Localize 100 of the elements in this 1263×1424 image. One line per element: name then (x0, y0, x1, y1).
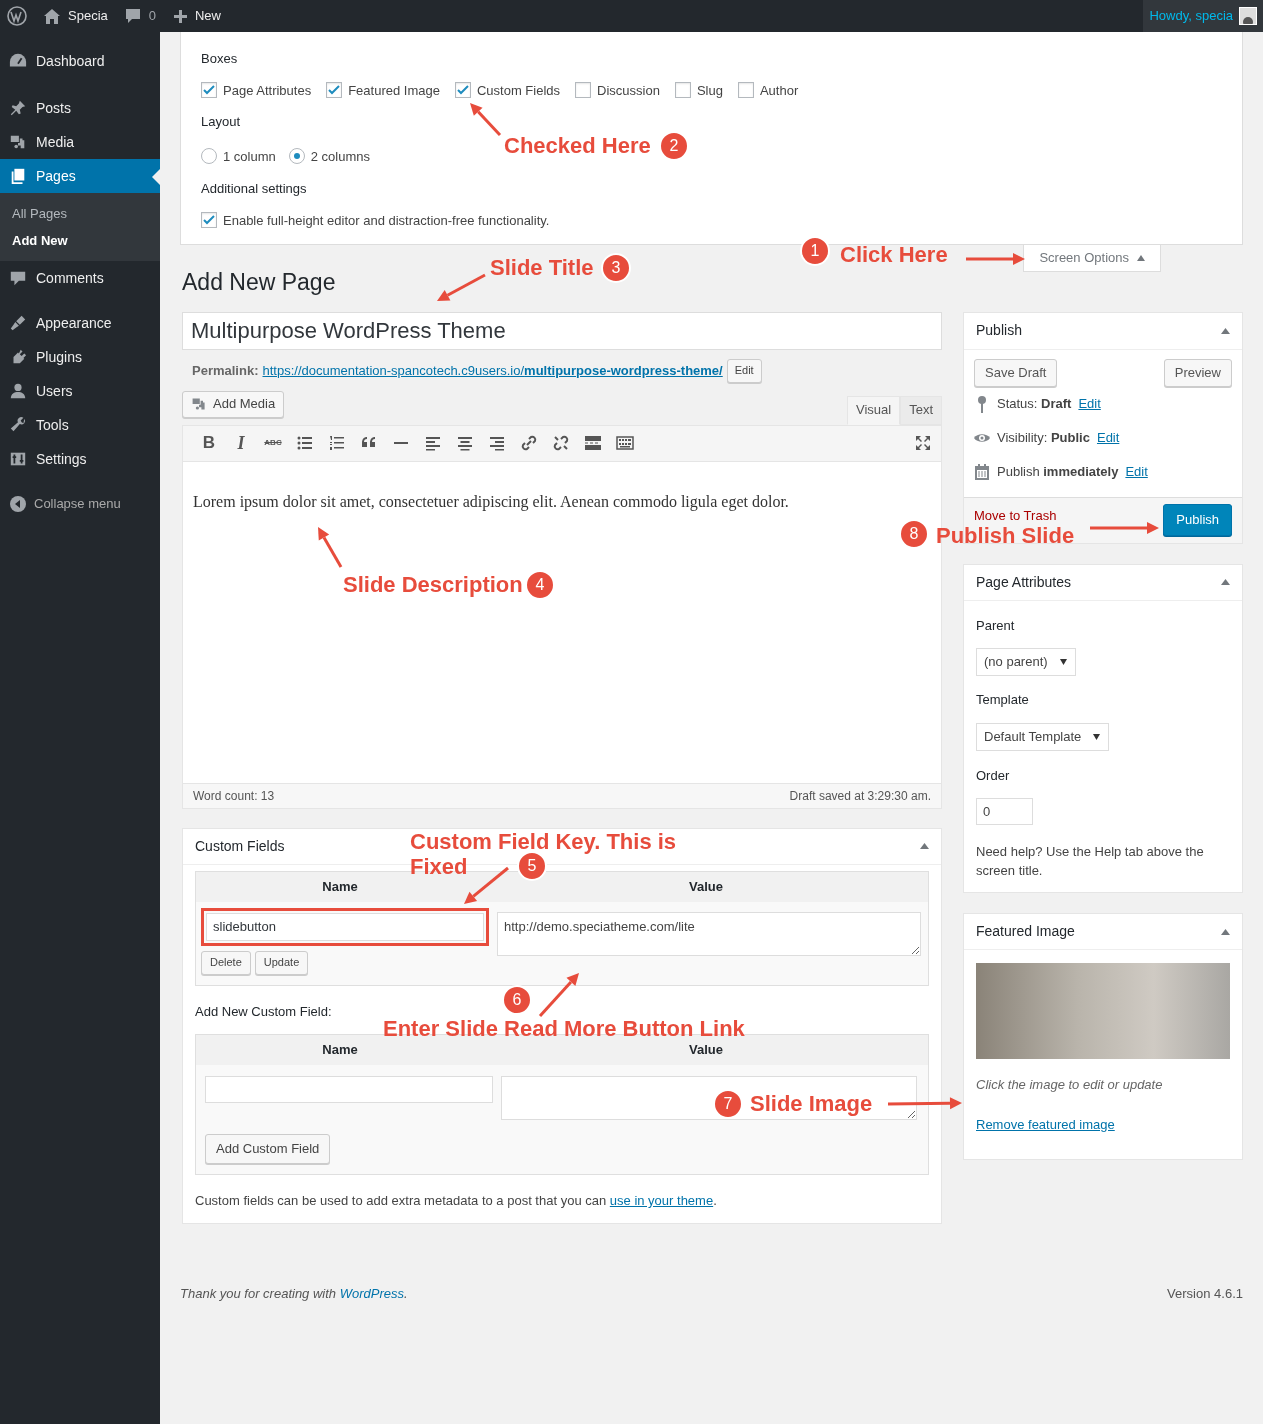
caret-down-icon (1059, 659, 1067, 665)
annotation-label: Checked Here (504, 133, 651, 158)
edit-slug-button[interactable]: Edit (726, 358, 762, 383)
sidebar-menu-item[interactable]: Appearance (0, 306, 160, 340)
title-field[interactable]: Multipurpose WordPress Theme (182, 311, 942, 350)
keyboard-icon[interactable] (616, 434, 634, 452)
help-text: Need help? Use the Help tab above the screen title. (976, 843, 1205, 880)
dropdown[interactable]: Default Template (976, 722, 1110, 751)
editor-tab[interactable]: Text (900, 395, 942, 425)
column-header: Name (321, 877, 359, 896)
field-action-button[interactable]: Update (254, 950, 309, 975)
checkbox-label: Featured Image (348, 81, 440, 100)
editor-content[interactable]: Lorem ipsum dolor sit amet, consectetuer adipiscing elit. Aenean commodo ligula eget dolor. (193, 489, 789, 514)
account-menu[interactable]: Howdy, specia (1143, 0, 1263, 32)
align-center-icon[interactable] (456, 434, 474, 452)
remove-image-link[interactable]: Remove featured image (976, 1114, 1230, 1134)
more-icon[interactable] (584, 434, 602, 452)
panel-title: Featured Image (976, 922, 1075, 941)
align-right-icon[interactable] (488, 434, 506, 452)
page-title: Add New Page (182, 268, 336, 297)
numbers-icon[interactable] (328, 434, 346, 452)
annotation-arrow (1090, 522, 1159, 534)
custom-fields-note: Custom fields can be used to add extra metadata to a post that you can use in your theme. (195, 1192, 718, 1210)
collapse-menu-link[interactable]: Collapse menu (34, 494, 121, 514)
add-media-button[interactable]: Add Media (182, 390, 285, 418)
radio-button[interactable] (201, 148, 217, 165)
unlink-icon[interactable] (552, 434, 570, 452)
publish-meta-text: Visibility: Public (997, 428, 1090, 447)
editor-tab[interactable]: Visual (846, 395, 901, 425)
radio-button[interactable] (288, 148, 305, 165)
annotation-arrow (538, 973, 579, 1017)
order-input[interactable]: 0 (976, 798, 1033, 825)
field-label: Parent (976, 616, 1016, 635)
section-heading: Boxes (201, 50, 238, 68)
italic-button[interactable]: I (237, 429, 245, 457)
word-count: Word count: 13 (193, 787, 275, 805)
comment-count[interactable]: 0 (148, 6, 156, 26)
sidebar-menu-item[interactable]: Pages (0, 159, 160, 193)
checkbox[interactable] (737, 82, 754, 99)
sidebar-menu-item[interactable]: Comments (0, 261, 160, 295)
checkbox[interactable] (575, 82, 592, 99)
new-field-value-input[interactable] (501, 1076, 917, 1120)
section-heading: Additional settings (201, 180, 307, 198)
collapse-caret-icon[interactable] (920, 843, 929, 849)
site-name-link[interactable]: Specia (68, 6, 108, 26)
wrench-icon (9, 416, 27, 434)
home-icon[interactable] (44, 8, 60, 24)
sidebar-menu-item[interactable]: Dashboard (0, 44, 160, 78)
sidebar-menu-item[interactable]: Media (0, 125, 160, 159)
publish-button[interactable]: Publish (1163, 503, 1232, 536)
link-icon[interactable] (520, 434, 538, 452)
annotation-arrow (966, 253, 1025, 265)
pages-icon (9, 167, 27, 185)
submenu-item[interactable]: Add New (0, 227, 160, 254)
move-to-trash-link[interactable]: Move to Trash (974, 507, 1057, 523)
speech-bubble-icon[interactable] (124, 8, 141, 24)
bold-button[interactable]: B (202, 430, 216, 456)
collapse-caret-icon[interactable] (1221, 327, 1230, 334)
column-header: Name (321, 1041, 359, 1060)
checkbox-label: Discussion (597, 81, 660, 100)
checkbox[interactable] (674, 82, 691, 99)
preview-button[interactable]: Preview (1163, 358, 1232, 387)
checkbox[interactable] (201, 212, 217, 229)
sidebar-menu-item[interactable]: Settings (0, 442, 160, 476)
plus-icon[interactable] (174, 9, 187, 23)
save-draft-button[interactable]: Save Draft (974, 358, 1058, 387)
bullets-icon[interactable] (296, 434, 314, 452)
add-custom-field-button[interactable]: Add Custom Field (205, 1134, 331, 1164)
field-name-input[interactable]: slidebutton (206, 912, 484, 941)
sidebar-menu-item[interactable]: Posts (0, 91, 160, 125)
radio-label: 1 column (223, 147, 276, 166)
person-icon (9, 382, 27, 400)
fullscreen-icon[interactable] (915, 435, 931, 451)
screen-options-tab[interactable]: Screen Options (1023, 245, 1161, 272)
sidebar-menu-item[interactable]: Plugins (0, 340, 160, 374)
edit-link[interactable]: Edit (1078, 393, 1101, 414)
checkbox[interactable] (454, 82, 471, 99)
align-left-icon[interactable] (424, 434, 442, 452)
permalink-link[interactable]: https://documentation-spancotech.c9users.io/multipurpose-wordpress-theme/ (262, 360, 723, 381)
wordpress-logo-icon[interactable] (7, 6, 27, 26)
edit-link[interactable]: Edit (1096, 427, 1120, 448)
new-field-name-input[interactable] (205, 1076, 493, 1103)
collapse-caret-icon[interactable] (1221, 928, 1230, 935)
strikethrough-button[interactable]: ABC (264, 437, 282, 449)
annotation-label: Click Here (840, 242, 948, 267)
field-value-input[interactable]: http://demo.speciatheme.com/lite (497, 911, 921, 956)
submenu-item[interactable]: All Pages (0, 200, 160, 227)
field-action-button[interactable]: Delete (201, 950, 251, 975)
checkbox[interactable] (326, 82, 343, 99)
new-link[interactable]: New (195, 6, 221, 26)
checkbox[interactable] (201, 82, 217, 99)
publish-meta-text: Publish immediately (997, 462, 1119, 481)
version-text: Version 4.6.1 (1167, 1284, 1243, 1303)
wordpress-link[interactable]: WordPress (339, 1285, 404, 1301)
sidebar-menu-item[interactable]: Tools (0, 408, 160, 442)
field-label: Template (976, 691, 1030, 709)
sidebar-menu-item[interactable]: Users (0, 374, 160, 408)
collapse-caret-icon[interactable] (1221, 579, 1230, 585)
edit-link[interactable]: Edit (1125, 461, 1148, 482)
dropdown[interactable]: (no parent) (976, 648, 1076, 676)
